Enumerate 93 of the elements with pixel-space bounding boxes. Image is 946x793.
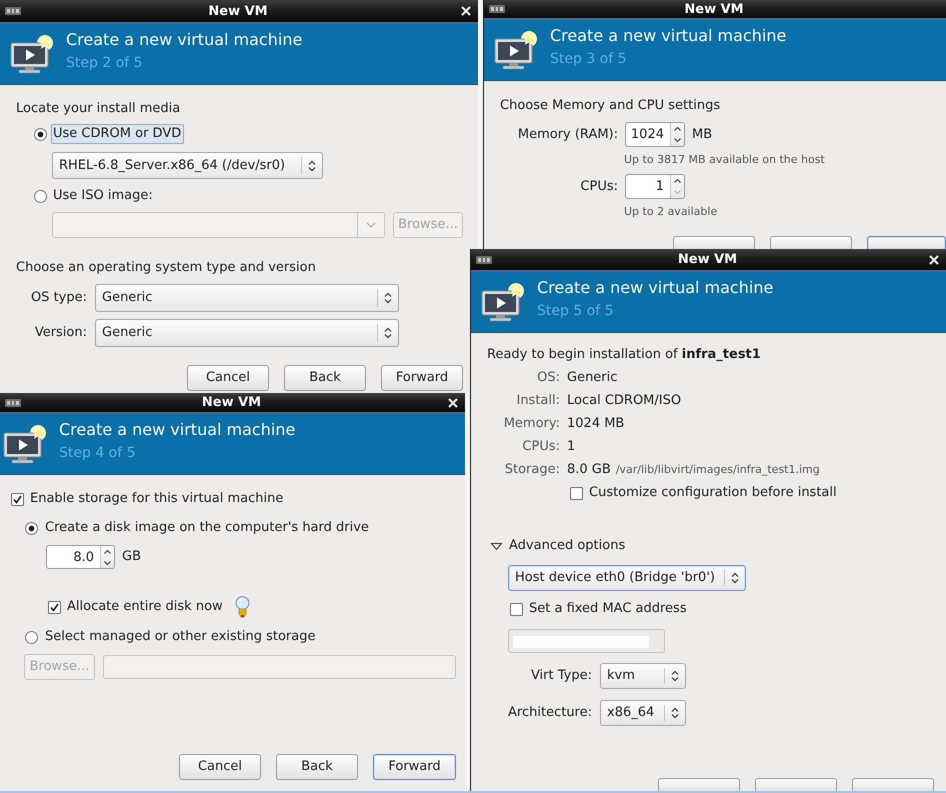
radio-label: Use ISO image: [52,187,154,205]
wizard-button[interactable] [658,778,740,791]
spin-field[interactable]: 8.0 [46,545,115,569]
checkbox[interactable] [48,600,61,614]
unit-label: GB [122,549,141,565]
checkbox-label: Allocate entire disk now [67,599,223,615]
monitor-icon [3,425,47,465]
radio-label: Select managed or other existing storage [45,629,316,645]
monitor-icon [481,283,525,323]
field-label: CPUs: [580,178,618,194]
dropdown[interactable]: kvm [600,663,686,689]
expander-label[interactable]: Advanced options [509,538,626,554]
radio-button[interactable] [25,630,38,644]
step-label: Step 5 of 5 [537,302,614,320]
section-heading: Choose Memory and CPU settings [500,98,720,114]
detail-value: Generic [567,370,618,386]
checkbox-label: Customize configuration before install [589,485,837,501]
updown-icon [731,572,739,584]
summary-intro: Ready to begin installation of infra_test1 [487,347,761,363]
close-icon[interactable] [929,254,939,264]
detail-value: 8.0 GB [567,462,611,478]
unit-label: MB [692,126,712,142]
dropdown[interactable]: Generic [95,319,399,347]
wizard-button[interactable]: Cancel [187,365,269,391]
field-label: Architecture: [508,705,592,721]
checkbox-label: Enable storage for this virtual machine [30,491,284,507]
checkbox[interactable] [570,486,583,500]
radio-label: Use CDROM or DVD [51,124,184,144]
wizard-button[interactable]: Forward [381,365,463,391]
wizard-button[interactable] [867,236,946,249]
window-icon [5,7,21,15]
window-title: New VM [202,395,262,410]
checkbox[interactable] [510,602,523,616]
window-icon [476,256,492,264]
wizard-button[interactable]: Back [276,754,358,780]
wizard-button[interactable] [770,236,852,249]
wizard-button[interactable] [852,778,934,791]
step-label: Step 4 of 5 [59,444,136,462]
wizard-title: Create a new virtual machine [66,30,302,50]
window-title: New VM [208,4,268,18]
detail-value: 1024 MB [567,416,624,432]
section-heading: Choose an operating system type and version [16,260,316,276]
window-icon [5,398,21,406]
window-title: New VM [678,252,738,267]
checkbox-label: Set a fixed MAC address [529,601,687,617]
dropdown[interactable]: x86_64 [600,700,686,726]
dropdown[interactable]: RHEL-6.8_Server.x86_64 (/dev/sr0) [52,152,323,179]
expander-arrow-icon[interactable] [490,542,503,550]
updown-icon [384,327,392,339]
wizard-button[interactable] [673,236,755,249]
detail-label: Install: [516,392,560,408]
monitor-icon [494,31,538,71]
close-icon[interactable] [448,398,458,408]
storage-path: /var/lib/libvirt/images/infra_test1.img [616,462,820,476]
detail-label: Memory: [504,416,560,432]
detail-label: Storage: [504,462,560,478]
window-icon [489,5,505,13]
step-label: Step 2 of 5 [66,54,143,72]
checkbox[interactable] [11,492,24,506]
wizard-title: Create a new virtual machine [59,420,296,440]
spin-field[interactable]: 1 [625,174,685,199]
wizard-title: Create a new virtual machine [550,26,786,46]
detail-label: OS: [537,370,560,386]
detail-value: 1 [567,438,576,454]
step-label: Step 3 of 5 [550,50,627,68]
updown-icon [671,707,679,719]
section-heading: Locate your install media [16,101,180,117]
field-label: Virt Type: [530,668,592,684]
dropdown[interactable]: Generic [95,284,399,312]
radio-label: Create a disk image on the computer's hard drive [45,520,369,536]
hint-text: Up to 3817 MB available on the host [624,153,825,167]
lightbulb-icon [234,596,250,618]
wizard-button[interactable] [755,778,837,791]
updown-icon [308,160,316,172]
radio-button[interactable] [34,128,47,140]
field-label: Memory (RAM): [518,126,618,142]
wizard-title: Create a new virtual machine [537,278,774,298]
field-label: OS type: [30,290,87,306]
close-icon[interactable] [461,6,471,16]
detail-value: Local CDROM/ISO [567,392,682,408]
wizard-button[interactable]: Back [284,365,366,391]
updown-icon [384,292,392,304]
detail-label: CPUs: [522,438,560,454]
hint-text: Up to 2 available [624,205,718,219]
spin-field[interactable]: 1024 [625,122,685,147]
field-label: Version: [34,325,87,341]
dropdown[interactable]: Host device eth0 (Bridge 'br0') [508,565,746,591]
monitor-icon [10,35,54,75]
updown-icon [671,670,679,682]
radio-button[interactable] [25,522,38,534]
wizard-button[interactable]: Cancel [179,754,261,780]
wizard-button[interactable]: Forward [373,754,456,780]
window-title: New VM [684,2,744,16]
